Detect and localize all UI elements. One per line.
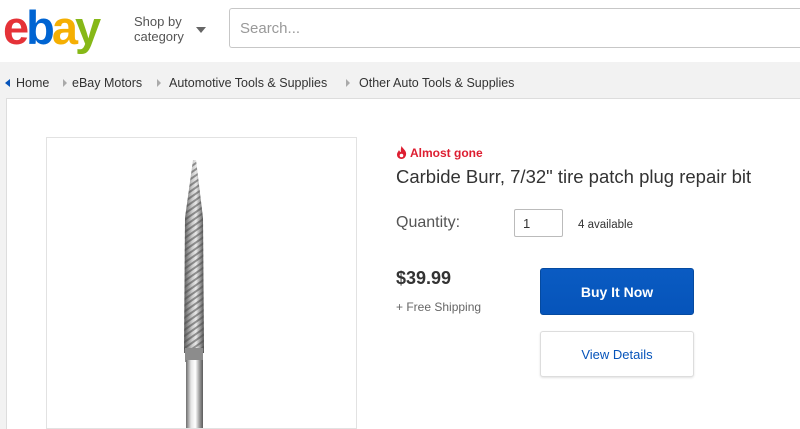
listing-title: Carbide Burr, 7/32" tire patch plug repa…: [396, 166, 752, 187]
logo-letter-e: e: [3, 1, 29, 54]
breadcrumb: Home eBay Motors Automotive Tools & Supp…: [0, 70, 800, 98]
price: $39.99: [396, 268, 452, 288]
search-input[interactable]: [229, 8, 800, 48]
quantity-label: Quantity:: [396, 214, 461, 231]
chevron-right-icon: [157, 79, 161, 87]
chevron-right-icon: [346, 79, 350, 87]
shipping-info: + Free Shipping: [396, 300, 482, 314]
ebay-logo[interactable]: ebay: [3, 1, 101, 54]
logo-letter-b: b: [26, 1, 55, 54]
available-count: 4 available: [578, 219, 633, 231]
carbide-burr-bit-icon: [184, 160, 204, 428]
breadcrumb-other-auto-tools[interactable]: Other Auto Tools & Supplies: [359, 76, 514, 90]
breadcrumb-home[interactable]: Home: [16, 76, 49, 90]
chevron-down-icon[interactable]: [196, 27, 206, 33]
site-header: ebay Shop by category: [0, 0, 800, 62]
logo-letter-y: y: [75, 1, 101, 54]
category-label: category: [134, 29, 184, 44]
logo-letter-a: a: [51, 1, 78, 54]
product-image[interactable]: [46, 137, 357, 429]
quantity-input[interactable]: [514, 209, 563, 237]
shop-by-label: Shop by: [134, 14, 182, 29]
back-arrow-icon[interactable]: [5, 79, 10, 87]
breadcrumb-automotive-tools[interactable]: Automotive Tools & Supplies: [169, 76, 327, 90]
breadcrumb-ebay-motors[interactable]: eBay Motors: [72, 76, 142, 90]
view-details-button[interactable]: View Details: [540, 331, 694, 377]
buy-it-now-button[interactable]: Buy It Now: [540, 268, 694, 315]
flame-icon: [397, 146, 407, 159]
almost-gone-alert: Almost gone: [396, 146, 483, 160]
alert-text: Almost gone: [410, 146, 483, 160]
chevron-right-icon: [63, 79, 67, 87]
shop-by-category-button[interactable]: Shop by category: [134, 14, 184, 44]
